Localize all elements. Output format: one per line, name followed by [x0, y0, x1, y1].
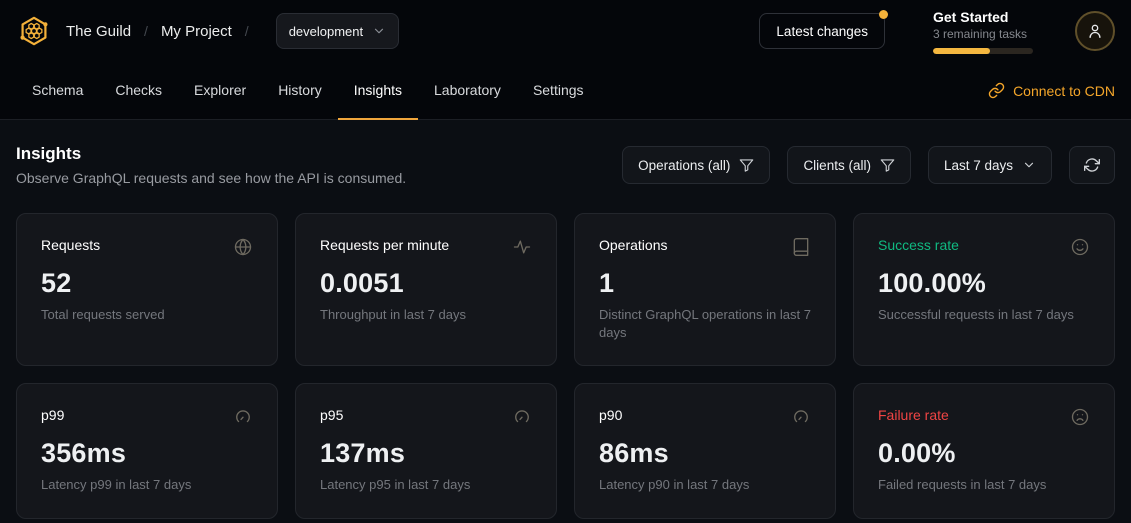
stat-cards-grid: Requests 52 Total requests served Reques…: [16, 213, 1115, 519]
link-icon: [988, 82, 1005, 99]
tab-explorer[interactable]: Explorer: [178, 62, 262, 120]
tab-schema[interactable]: Schema: [16, 62, 99, 120]
funnel-icon: [880, 158, 895, 173]
card-value: 0.00%: [878, 438, 1090, 469]
tab-label: Insights: [354, 82, 402, 98]
card-value: 100.00%: [878, 268, 1090, 299]
clients-filter-label: Clients (all): [803, 158, 871, 173]
top-header: The Guild / My Project / development Lat…: [0, 0, 1131, 62]
card-description: Distinct GraphQL operations in last 7 da…: [599, 306, 811, 341]
latest-changes-button[interactable]: Latest changes: [759, 13, 885, 49]
card-value: 0.0051: [320, 268, 532, 299]
tab-history[interactable]: History: [262, 62, 338, 120]
page-title-block: Insights Observe GraphQL requests and se…: [16, 144, 406, 186]
latest-changes-label: Latest changes: [776, 24, 868, 39]
target-selector-value: development: [289, 24, 363, 39]
breadcrumb: The Guild / My Project /: [66, 23, 262, 40]
breadcrumb-separator: /: [245, 23, 249, 39]
refresh-icon: [1084, 157, 1100, 173]
breadcrumb-org[interactable]: The Guild: [66, 23, 131, 40]
breadcrumb-separator: /: [144, 23, 148, 39]
stat-card: p90 86ms Latency p90 in last 7 days: [574, 383, 836, 519]
connect-to-cdn-link[interactable]: Connect to CDN: [988, 62, 1115, 119]
get-started-subtitle: 3 remaining tasks: [933, 27, 1035, 41]
page-title: Insights: [16, 144, 406, 164]
card-value: 52: [41, 268, 253, 299]
card-description: Failed requests in last 7 days: [878, 476, 1090, 494]
stat-card: Requests per minute 0.0051 Throughput in…: [295, 213, 557, 366]
project-nav: Schema Checks Explorer History Insights Labor…: [0, 62, 1131, 120]
tab-settings[interactable]: Settings: [517, 62, 600, 120]
activity-icon: [512, 237, 532, 257]
refresh-button[interactable]: [1069, 146, 1115, 184]
insights-page: Insights Observe GraphQL requests and se…: [0, 120, 1131, 519]
date-range-label: Last 7 days: [944, 158, 1013, 173]
book-icon: [791, 237, 811, 257]
frown-icon: [1070, 407, 1090, 427]
breadcrumb-project[interactable]: My Project: [161, 23, 232, 40]
tab-label: Settings: [533, 82, 584, 98]
get-started-title: Get Started: [933, 9, 1035, 25]
card-title: Failure rate: [878, 407, 949, 423]
tab-label: Checks: [115, 82, 162, 98]
gauge-icon: [791, 407, 811, 427]
operations-filter-button[interactable]: Operations (all): [622, 146, 770, 184]
connect-to-cdn-label: Connect to CDN: [1013, 83, 1115, 99]
gauge-icon: [233, 407, 253, 427]
card-value: 86ms: [599, 438, 811, 469]
card-description: Successful requests in last 7 days: [878, 306, 1090, 324]
clients-filter-button[interactable]: Clients (all): [787, 146, 911, 184]
guild-logo-icon[interactable]: [16, 13, 52, 49]
tab-laboratory[interactable]: Laboratory: [418, 62, 517, 120]
card-title: p99: [41, 407, 64, 423]
date-range-selector[interactable]: Last 7 days: [928, 146, 1052, 184]
operations-filter-label: Operations (all): [638, 158, 730, 173]
card-description: Latency p95 in last 7 days: [320, 476, 532, 494]
card-title: Requests per minute: [320, 237, 449, 253]
funnel-icon: [739, 158, 754, 173]
get-started-widget[interactable]: Get Started 3 remaining tasks: [933, 9, 1035, 54]
tab-label: Schema: [32, 82, 83, 98]
user-avatar[interactable]: [1075, 11, 1115, 51]
tab-label: History: [278, 82, 322, 98]
gauge-icon: [512, 407, 532, 427]
tab-label: Explorer: [194, 82, 246, 98]
card-title: Success rate: [878, 237, 959, 253]
stat-card: Operations 1 Distinct GraphQL operations…: [574, 213, 836, 366]
chevron-down-icon: [1022, 158, 1036, 172]
page-subtitle: Observe GraphQL requests and see how the…: [16, 170, 406, 186]
globe-icon: [233, 237, 253, 257]
stat-card: p99 356ms Latency p99 in last 7 days: [16, 383, 278, 519]
target-selector[interactable]: development: [276, 13, 399, 49]
chevron-down-icon: [372, 24, 386, 38]
stat-card: Requests 52 Total requests served: [16, 213, 278, 366]
stat-card: Success rate 100.00% Successful requests…: [853, 213, 1115, 366]
filter-toolbar: Operations (all) Clients (all) Last 7 da…: [622, 146, 1115, 184]
tab-insights[interactable]: Insights: [338, 62, 418, 120]
card-description: Latency p99 in last 7 days: [41, 476, 253, 494]
get-started-progress-fill: [933, 48, 990, 54]
stat-card: Failure rate 0.00% Failed requests in la…: [853, 383, 1115, 519]
person-icon: [1086, 22, 1104, 40]
card-value: 1: [599, 268, 811, 299]
card-description: Latency p90 in last 7 days: [599, 476, 811, 494]
card-value: 137ms: [320, 438, 532, 469]
tab-label: Laboratory: [434, 82, 501, 98]
smile-icon: [1070, 237, 1090, 257]
stat-card: p95 137ms Latency p95 in last 7 days: [295, 383, 557, 519]
tab-checks[interactable]: Checks: [99, 62, 178, 120]
notification-dot-icon: [879, 10, 888, 19]
card-title: Requests: [41, 237, 100, 253]
card-description: Throughput in last 7 days: [320, 306, 532, 324]
card-title: Operations: [599, 237, 667, 253]
card-title: p90: [599, 407, 622, 423]
card-title: p95: [320, 407, 343, 423]
nav-tabs: Schema Checks Explorer History Insights Labor…: [16, 62, 600, 119]
get-started-progress: [933, 48, 1033, 54]
card-description: Total requests served: [41, 306, 253, 324]
card-value: 356ms: [41, 438, 253, 469]
